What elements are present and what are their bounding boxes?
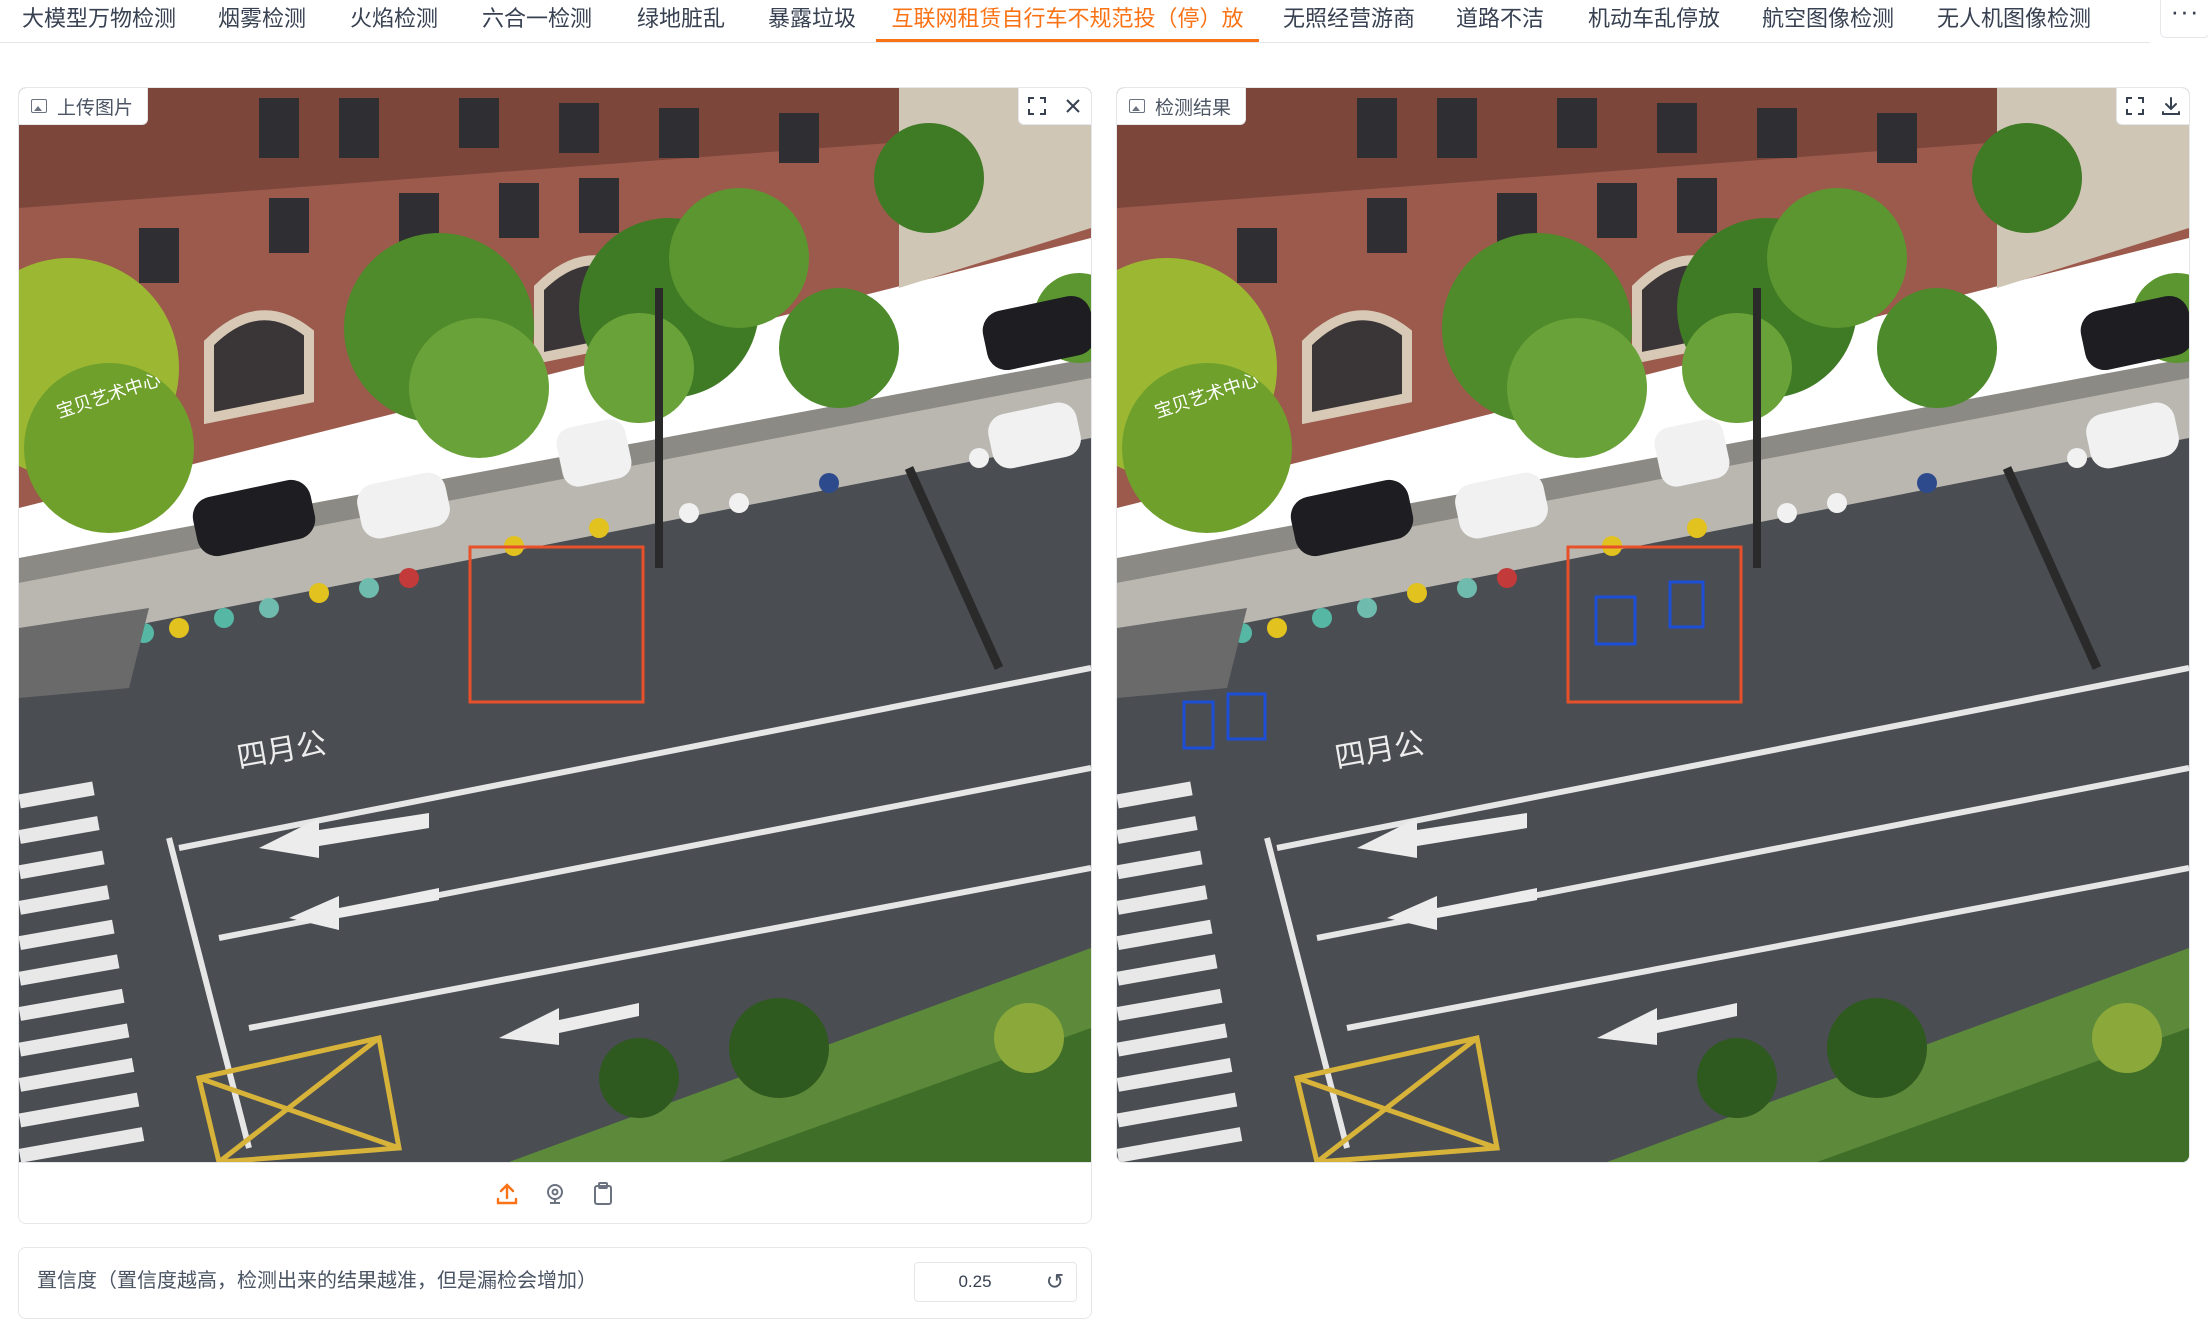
upload-corner-buttons <box>1018 88 1091 125</box>
tab-road-dirty[interactable]: 道路不洁 <box>1456 0 1544 40</box>
result-label-text: 检测结果 <box>1155 97 1232 119</box>
confidence-input[interactable]: 0.25 <box>914 1262 1036 1302</box>
upload-icon[interactable] <box>492 1179 522 1209</box>
fullscreen-icon[interactable] <box>2117 88 2153 124</box>
reset-icon[interactable]: ↺ <box>1034 1262 1077 1302</box>
tab-street-vendor[interactable]: 无照经营游商 <box>1283 0 1415 40</box>
tab-vehicle-parking[interactable]: 机动车乱停放 <box>1588 0 1720 40</box>
image-icon <box>31 99 47 113</box>
close-icon[interactable] <box>1055 88 1091 124</box>
result-label: 检测结果 <box>1117 88 1247 125</box>
tab-six-in-one[interactable]: 六合一检测 <box>481 0 593 40</box>
upload-toolbar <box>19 1162 1091 1223</box>
tab-drone[interactable]: 无人机图像检测 <box>1937 0 2091 40</box>
result-corner-buttons <box>2116 88 2189 125</box>
result-panel: 四月公 宝贝艺术中心 检测结果 <box>1116 87 2190 1163</box>
tab-fire[interactable]: 火焰检测 <box>349 0 439 40</box>
clipboard-icon[interactable] <box>588 1179 618 1209</box>
uploaded-image[interactable]: 四月公 宝贝艺术中心 <box>19 88 1091 1162</box>
tab-smoke[interactable]: 烟雾检测 <box>217 0 307 40</box>
tab-bar: 大模型万物检测 烟雾检测 火焰检测 六合一检测 绿地脏乱 暴露垃圾 互联网租赁自… <box>0 0 2150 43</box>
upload-label-text: 上传图片 <box>57 97 134 119</box>
upload-label: 上传图片 <box>19 88 149 125</box>
tab-bike-parking[interactable]: 互联网租赁自行车不规范投（停）放 <box>876 0 1259 42</box>
image-icon <box>1129 99 1145 113</box>
tab-greenspace[interactable]: 绿地脏乱 <box>636 0 726 40</box>
tab-large-model[interactable]: 大模型万物检测 <box>22 0 176 40</box>
fullscreen-icon[interactable] <box>1019 88 1055 124</box>
webcam-icon[interactable] <box>540 1179 570 1209</box>
confidence-label: 置信度（置信度越高，检测出来的结果越准，但是漏检会增加） <box>37 1270 597 1292</box>
download-icon[interactable] <box>2153 88 2189 124</box>
tab-aerial[interactable]: 航空图像检测 <box>1762 0 1894 40</box>
confidence-section: 置信度（置信度越高，检测出来的结果越准，但是漏检会增加） 0.25 ↺ <box>18 1247 1092 1319</box>
more-tabs-button[interactable]: ··· <box>2160 0 2208 38</box>
upload-panel: 四月公 宝贝艺术中心 上传图片 <box>18 87 1092 1224</box>
tab-garbage[interactable]: 暴露垃圾 <box>767 0 857 40</box>
result-image: 四月公 宝贝艺术中心 <box>1117 88 2189 1162</box>
